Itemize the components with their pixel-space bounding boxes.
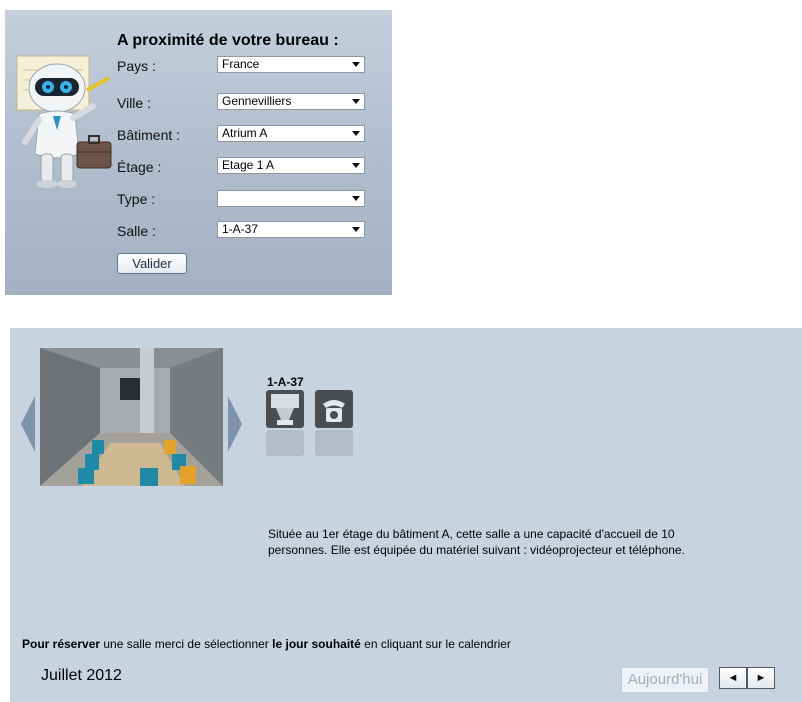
- reserve-suffix: en cliquant sur le calendrier: [360, 637, 511, 651]
- reserve-prefix: Pour réserver: [22, 637, 101, 651]
- country-select[interactable]: France: [217, 56, 365, 73]
- city-select[interactable]: Gennevilliers: [217, 93, 365, 110]
- building-label: Bâtiment :: [117, 127, 181, 143]
- floor-select-value: Etage 1 A: [222, 158, 275, 172]
- reserve-middle: une salle merci de sélectionner: [100, 637, 273, 651]
- next-photo-arrow-icon[interactable]: [228, 396, 242, 452]
- room-photo: [40, 348, 223, 486]
- room-select-value: 1-A-37: [222, 222, 259, 236]
- chevron-down-icon: [352, 131, 360, 136]
- type-label: Type :: [117, 191, 156, 207]
- finder-title: A proximité de votre bureau :: [117, 32, 339, 49]
- chevron-down-icon: [352, 62, 360, 67]
- room-name: 1-A-37: [267, 375, 304, 389]
- building-select-value: Atrium A: [222, 126, 268, 140]
- room-select[interactable]: 1-A-37: [217, 221, 365, 238]
- room-details-panel: 1-A-37 Située au 1er étage du bâtiment A…: [10, 328, 802, 702]
- previous-month-button[interactable]: ◄: [719, 667, 747, 689]
- meeting-room-image: [40, 348, 223, 486]
- reserve-day: le jour souhaité: [272, 637, 361, 651]
- previous-photo-arrow-icon[interactable]: [21, 396, 35, 452]
- floor-label: Étage :: [117, 159, 162, 175]
- chevron-down-icon: [352, 163, 360, 168]
- chevron-down-icon: [352, 196, 360, 201]
- floor-select[interactable]: Etage 1 A: [217, 157, 365, 174]
- room-description: Située au 1er étage du bâtiment A, cette…: [268, 527, 685, 557]
- projector-icon: [266, 390, 304, 456]
- validate-button[interactable]: Valider: [117, 253, 187, 274]
- today-button[interactable]: Aujourd'hui: [621, 667, 709, 693]
- telephone-icon: [315, 390, 353, 456]
- building-select[interactable]: Atrium A: [217, 125, 365, 142]
- next-month-button[interactable]: ►: [747, 667, 775, 689]
- chevron-down-icon: [352, 227, 360, 232]
- calendar-month-label: Juillet 2012: [41, 667, 122, 684]
- reservation-instructions: Pour réserver une salle merci de sélecti…: [22, 637, 511, 651]
- country-select-value: France: [222, 57, 260, 71]
- robot-mascot-icon: [16, 55, 112, 188]
- room-label: Salle :: [117, 223, 156, 239]
- type-select[interactable]: [217, 190, 365, 207]
- office-finder-panel: A proximité de votre bureau : Pays : Fra…: [5, 10, 392, 295]
- city-label: Ville :: [117, 95, 151, 111]
- city-select-value: Gennevilliers: [222, 94, 292, 108]
- chevron-down-icon: [352, 99, 360, 104]
- country-label: Pays :: [117, 58, 156, 74]
